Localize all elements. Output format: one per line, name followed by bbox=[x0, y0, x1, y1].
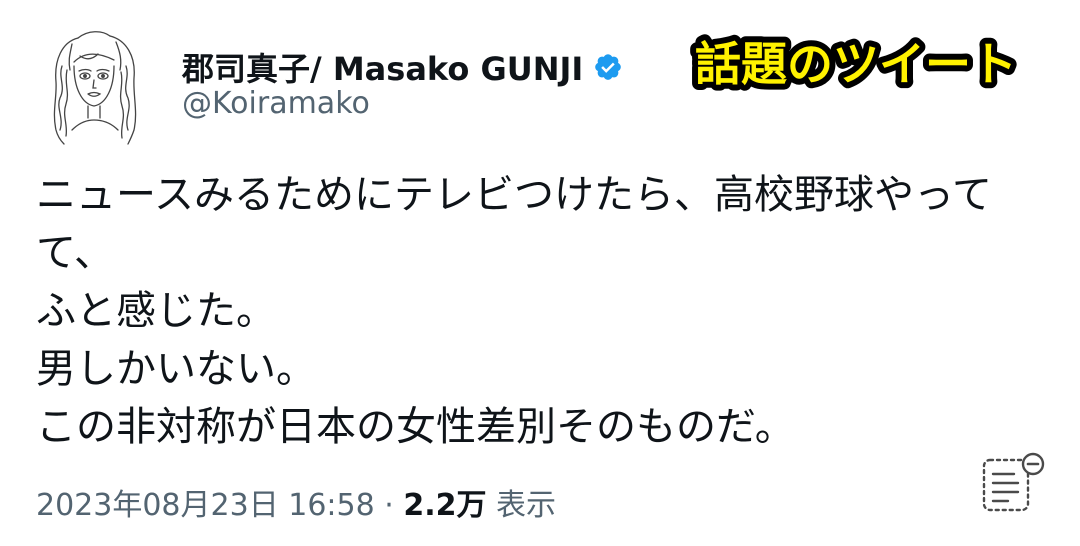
document-minus-icon[interactable] bbox=[978, 450, 1048, 516]
tweet-line: ふと感じた。 bbox=[36, 288, 276, 334]
verified-badge-icon bbox=[593, 52, 623, 82]
tweet-meta: 2023年08月23日 16:58 · 2.2万 表示 bbox=[36, 480, 556, 524]
tweet-text: ニュースみるためにテレビつけたら、高校野球やって て、 ふと感じた。 男しかいな… bbox=[36, 166, 1036, 456]
tweet-line: 男しかいない。 bbox=[36, 346, 316, 392]
tweet-line: この非対称が日本の女性差別そのものだ。 bbox=[36, 404, 795, 450]
tweet-line: ニュースみるためにテレビつけたら、高校野球やって bbox=[36, 172, 992, 218]
user-handle[interactable]: @Koiramako bbox=[182, 86, 370, 121]
display-name[interactable]: 郡司真子/ Masako GUNJI bbox=[182, 44, 623, 90]
display-name-text: 郡司真子/ Masako GUNJI bbox=[182, 50, 584, 88]
tweet-line: て、 bbox=[36, 230, 114, 276]
tweet-timestamp[interactable]: 2023年08月23日 16:58 bbox=[36, 488, 375, 523]
avatar[interactable] bbox=[40, 26, 152, 146]
badge-text: 話題のツイート bbox=[695, 37, 1017, 91]
meta-separator: · bbox=[384, 488, 394, 523]
views-label: 表示 bbox=[496, 488, 557, 523]
views-count: 2.2万 bbox=[403, 488, 487, 523]
avatar-illustration bbox=[53, 31, 137, 145]
trending-tweet-badge: 話題のツイート 話題のツイート bbox=[686, 28, 1026, 98]
